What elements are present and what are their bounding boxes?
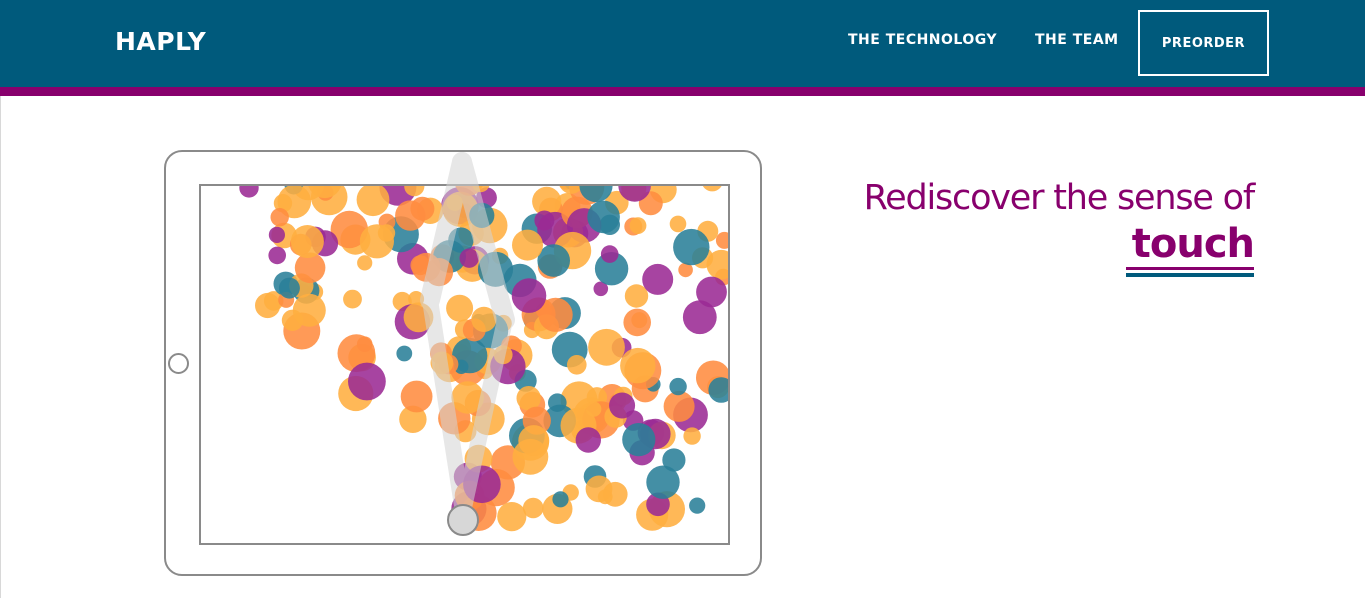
bubble bbox=[642, 263, 674, 295]
bubble bbox=[463, 465, 501, 504]
bubble bbox=[629, 217, 647, 234]
bubble bbox=[609, 392, 636, 419]
nav-link-technology[interactable]: THE TECHNOLOGY bbox=[848, 32, 997, 48]
bubble bbox=[623, 308, 651, 337]
bubble bbox=[620, 347, 656, 384]
preorder-button[interactable]: PREORDER bbox=[1138, 10, 1269, 76]
bubble bbox=[673, 228, 710, 266]
emphasis-underline-purple bbox=[1126, 267, 1254, 270]
bubble bbox=[348, 362, 386, 401]
bubble bbox=[512, 229, 543, 261]
bubble bbox=[493, 345, 513, 365]
bubble bbox=[477, 251, 514, 287]
bubble bbox=[669, 377, 687, 396]
bubble bbox=[585, 475, 613, 503]
bubble bbox=[359, 224, 394, 259]
hero-headline: Rediscover the sense of bbox=[863, 178, 1256, 218]
bubble bbox=[552, 491, 569, 508]
page-edge bbox=[0, 96, 1, 598]
bubble bbox=[511, 278, 547, 313]
bubble bbox=[471, 306, 497, 332]
bubble bbox=[343, 289, 362, 309]
bubble bbox=[715, 231, 728, 249]
bubble bbox=[357, 255, 373, 271]
navbar-accent-stripe bbox=[0, 87, 1365, 96]
tablet-screen bbox=[199, 184, 730, 545]
bubble bbox=[469, 202, 495, 228]
emphasis-underline-teal bbox=[1126, 273, 1254, 277]
bubble bbox=[497, 502, 527, 532]
bubble bbox=[451, 381, 484, 414]
bubble bbox=[290, 225, 324, 258]
bubble bbox=[459, 248, 479, 268]
bubble bbox=[400, 380, 433, 413]
brand-logo[interactable]: HAPLY bbox=[115, 27, 206, 56]
bubble bbox=[689, 497, 706, 514]
bubble bbox=[702, 186, 722, 192]
bubble bbox=[446, 194, 463, 211]
bubble bbox=[696, 276, 727, 308]
bubble bbox=[430, 351, 454, 375]
bubble bbox=[663, 390, 695, 422]
bubble bbox=[411, 252, 441, 282]
bubble bbox=[410, 196, 435, 221]
bubble bbox=[239, 186, 259, 198]
bubble bbox=[356, 186, 390, 217]
top-navbar: HAPLY THE TECHNOLOGY THE TEAM PREORDER bbox=[0, 0, 1365, 87]
bubble bbox=[567, 355, 587, 375]
bubble bbox=[646, 465, 680, 499]
bubble bbox=[683, 427, 701, 445]
bubble bbox=[575, 427, 601, 453]
bubble bbox=[522, 497, 544, 519]
bubble bbox=[292, 293, 326, 327]
bubble-cluster bbox=[239, 186, 728, 532]
bubble bbox=[669, 215, 687, 233]
bubble bbox=[268, 246, 286, 265]
bubble bbox=[518, 425, 550, 457]
bubble bbox=[270, 208, 289, 227]
bubble bbox=[622, 423, 656, 457]
bubble bbox=[588, 328, 625, 366]
bubble bbox=[446, 294, 474, 322]
bubble bbox=[268, 226, 285, 243]
bubble bbox=[600, 245, 619, 263]
bubble bbox=[278, 277, 300, 299]
home-button-icon bbox=[168, 353, 189, 374]
nav-link-team[interactable]: THE TEAM bbox=[1035, 32, 1119, 48]
bubble bbox=[255, 292, 281, 319]
bubble bbox=[396, 345, 413, 362]
bubble bbox=[587, 200, 620, 234]
bubble bbox=[403, 302, 434, 333]
hero-emphasis-word: touch bbox=[1131, 221, 1255, 267]
